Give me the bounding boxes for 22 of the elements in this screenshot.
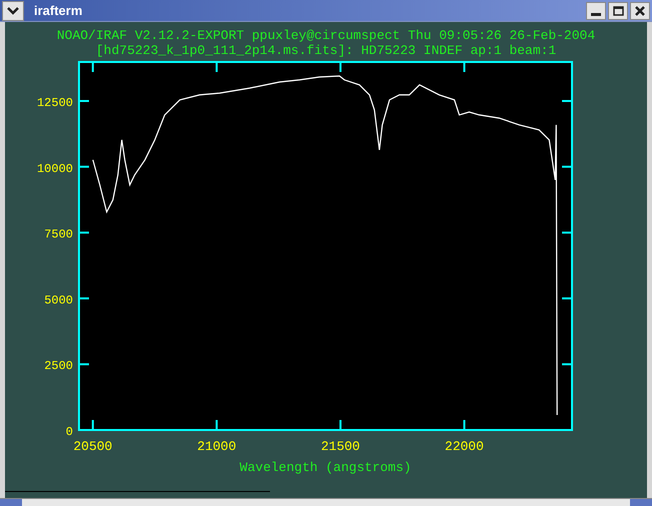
x-tick-label: 21500: [320, 439, 360, 454]
y-tick-label: 2500: [44, 359, 73, 374]
close-button[interactable]: [630, 2, 650, 20]
window-menu-button[interactable]: [2, 0, 24, 20]
plot-title: [hd75223_k_1p0_111_2p14.ms.fits]: HD75223 INDEF ap:1 beam:1: [96, 43, 556, 58]
y-tick-label: 12500: [36, 96, 73, 110]
y-tick-label: 0: [66, 425, 73, 439]
y-tick-label: 5000: [44, 293, 73, 308]
minimize-button[interactable]: [586, 2, 606, 20]
plot-title: NOAO/IRAF V2.12.2-EXPORT ppuxley@circumspect Thu 09:05:26 26-Feb-2004: [56, 28, 596, 43]
chevron-down-icon: [7, 6, 19, 14]
x-tick-label: 21000: [197, 439, 236, 454]
y-tick-label: 7500: [44, 228, 73, 242]
close-icon: [635, 6, 645, 16]
maximize-button[interactable]: [608, 2, 628, 20]
window-title: irafterm: [34, 2, 82, 20]
x-tick-label: 20500: [73, 439, 112, 454]
maximize-icon: [612, 6, 624, 16]
x-tick-label: 22000: [444, 439, 484, 454]
minimize-icon: [591, 12, 601, 16]
y-tick-label: 10000: [36, 162, 73, 176]
x-axis-label: Wavelength (angstroms): [240, 460, 412, 475]
